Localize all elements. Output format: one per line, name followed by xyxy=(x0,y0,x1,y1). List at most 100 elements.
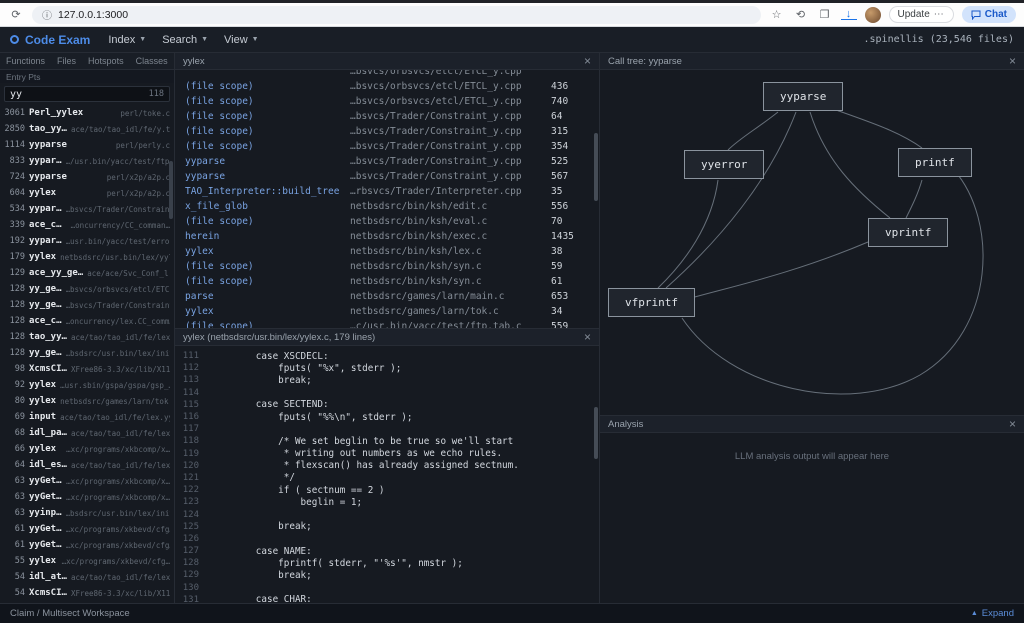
function-list-item[interactable]: 54 idl_at… ace/tao/tao_idl/fe/lex.yy.cpp xyxy=(0,569,174,585)
function-list-item[interactable]: 128 ace_c… …oncurrency/lex.CC_comm… xyxy=(0,313,174,329)
sidebar-tab[interactable]: Functions xyxy=(0,53,51,69)
reference-row[interactable]: (file scope) …bsvcs/Trader/Constraint_y.… xyxy=(175,124,599,139)
function-list-item[interactable]: 92 yylex …usr.sbin/gspa/gspa/gsp_… xyxy=(0,377,174,393)
menu-item[interactable]: View ▼ xyxy=(224,34,259,46)
function-list-item[interactable]: 128 yy_ge… …bsvcs/Trader/Constraint_l… xyxy=(0,297,174,313)
function-list-item[interactable]: 80 yylex netbsdsrc/games/larn/tok.c xyxy=(0,393,174,409)
reference-row[interactable]: (file scope) …bsvcs/orbsvcs/etcl/ETCL_y.… xyxy=(175,94,599,109)
address-bar[interactable]: ⓘ 127.0.0.1:3000 xyxy=(32,6,761,24)
call-count: 128 xyxy=(3,316,25,326)
reference-row[interactable]: yylex netbsdsrc/games/larn/tok.c 34 xyxy=(175,304,599,319)
function-list-item[interactable]: 63 yyGet… …xc/programs/xkbcomp/x… xyxy=(0,489,174,505)
reference-row[interactable]: x_file_glob netbsdsrc/bin/ksh/edit.c 556 xyxy=(175,199,599,214)
code-line-number: 119 xyxy=(175,449,211,459)
function-list-item[interactable]: 339 ace_c… …oncurrency/CC_comman… xyxy=(0,217,174,233)
reference-row[interactable]: (file scope) …bsvcs/orbsvcs/etcl/ETCL_y.… xyxy=(175,79,599,94)
function-list-item[interactable]: 66 yylex …xc/programs/xkbcomp/x… xyxy=(0,441,174,457)
code-line-number: 123 xyxy=(175,497,211,507)
reference-row[interactable]: (file scope) …c/usr.bin/yacc/test/ftp.ta… xyxy=(175,319,599,328)
code-line-number: 128 xyxy=(175,558,211,568)
function-list-item[interactable]: 61 yyGet… …xc/programs/xkbevd/cfg… xyxy=(0,521,174,537)
code-line-text: case CHAR: xyxy=(211,594,312,603)
reference-row[interactable]: (file scope) …bsvcs/Trader/Constraint_y.… xyxy=(175,139,599,154)
function-list-item[interactable]: 69 input ace/tao/tao_idl/fe/lex.yy.cpp xyxy=(0,409,174,425)
call-tree-node[interactable]: vfprintf xyxy=(608,288,695,317)
reference-row[interactable]: (file scope) netbsdsrc/bin/ksh/syn.c 59 xyxy=(175,259,599,274)
search-input[interactable] xyxy=(10,89,145,100)
code-line: 129 break; xyxy=(175,569,599,581)
close-icon[interactable]: × xyxy=(584,331,591,343)
sidebar: Functions Files Hotspots Classes Vocab E… xyxy=(0,53,175,603)
sidebar-tab[interactable]: Files xyxy=(51,53,82,69)
function-list-item[interactable]: 1114 yyparse perl/perly.c xyxy=(0,137,174,153)
reference-row[interactable]: (file scope) …bsvcs/Trader/Constraint_y.… xyxy=(175,109,599,124)
file-path: ace/tao/tao_idl/fe/lex.yy.cpp xyxy=(71,429,170,438)
function-list-item[interactable]: 128 yy_ge… …bsvcs/orbsvcs/etcl/ETCL_l… xyxy=(0,281,174,297)
reference-row[interactable]: parse netbsdsrc/games/larn/main.c 653 xyxy=(175,289,599,304)
app-brand[interactable]: Code Exam xyxy=(10,33,90,47)
function-list-item[interactable]: 98 XcmsCI… XFree86-3.3/xc/lib/X11/xyY.c xyxy=(0,361,174,377)
code-line: 115 case SECTEND: xyxy=(175,399,599,411)
sidebar-tab[interactable]: Hotspots xyxy=(82,53,130,69)
reference-row[interactable]: yyparse …bsvcs/Trader/Constraint_y.cpp 5… xyxy=(175,169,599,184)
download-icon[interactable]: ↓ xyxy=(841,9,857,20)
close-icon[interactable]: × xyxy=(1009,55,1016,67)
function-list-item[interactable]: 63 yyGet… …xc/programs/xkbcomp/x… xyxy=(0,473,174,489)
menu-item[interactable]: Search ▼ xyxy=(162,34,208,46)
references-scrollbar[interactable] xyxy=(594,133,598,201)
function-name: yylex xyxy=(29,252,56,262)
function-name: yyparse xyxy=(29,172,67,182)
function-list-item[interactable]: 68 idl_pa… ace/tao/tao_idl/fe/lex.yy.cpp xyxy=(0,425,174,441)
expand-button[interactable]: ▲ Expand xyxy=(971,608,1014,619)
function-list-item[interactable]: 724 yyparse perl/x2p/a2p.c xyxy=(0,169,174,185)
function-list-item[interactable]: 61 yyGet… …xc/programs/xkbevd/cfg… xyxy=(0,537,174,553)
function-list-item[interactable]: 55 yylex …xc/programs/xkbevd/cfg… xyxy=(0,553,174,569)
call-tree-node[interactable]: vprintf xyxy=(868,218,948,247)
function-list-item[interactable]: 129 ace_yy_ge… ace/ace/Svc_Conf_l.cpp xyxy=(0,265,174,281)
function-list-item[interactable]: 128 tao_yy… ace/tao/tao_idl/fe/lex.yy.cp… xyxy=(0,329,174,345)
site-info-icon[interactable]: ⓘ xyxy=(42,7,52,22)
reference-row[interactable]: yylex netbsdsrc/bin/ksh/lex.c 38 xyxy=(175,244,599,259)
code-scrollbar[interactable] xyxy=(594,407,598,459)
call-count: 61 xyxy=(3,524,25,534)
tab-label: Files xyxy=(57,56,76,66)
profile-avatar[interactable] xyxy=(865,7,881,23)
function-list-item[interactable]: 3061 Perl_yylex perl/toke.c xyxy=(0,105,174,121)
close-icon[interactable]: × xyxy=(1009,418,1016,430)
close-icon[interactable]: × xyxy=(584,55,591,67)
function-list-item[interactable]: 833 yypar… …/usr.bin/yacc/test/ftp.ta… xyxy=(0,153,174,169)
function-name: yyGet… xyxy=(29,524,62,534)
function-list-item[interactable]: 128 yy_ge… …bsdsrc/usr.bin/lex/initsca… xyxy=(0,345,174,361)
reference-row[interactable]: yyparse …bsvcs/Trader/Constraint_y.cpp 5… xyxy=(175,154,599,169)
update-button[interactable]: Update ⋯ xyxy=(889,6,954,23)
function-list-item[interactable]: 604 yylex perl/x2p/a2p.c xyxy=(0,185,174,201)
reference-row[interactable]: …bsvcs/orbsvcs/etcl/ETCL_y.cpp xyxy=(175,70,599,79)
call-tree-node[interactable]: printf xyxy=(898,148,972,177)
side-panel-icon[interactable]: ❐ xyxy=(817,8,833,21)
function-list-item[interactable]: 54 XcmsCI… XFree86-3.3/xc/lib/X11/xyY.c xyxy=(0,585,174,601)
reference-row[interactable]: herein netbsdsrc/bin/ksh/exec.c 1435 xyxy=(175,229,599,244)
call-count: 179 xyxy=(3,252,25,262)
reference-row[interactable]: TAO_Interpreter::build_tree …rbsvcs/Trad… xyxy=(175,184,599,199)
function-list-item[interactable]: 179 yylex netbsdsrc/usr.bin/lex/yylex.c xyxy=(0,249,174,265)
sidebar-scrollbar[interactable] xyxy=(169,161,173,219)
chat-button[interactable]: Chat xyxy=(962,6,1016,23)
function-list-item[interactable]: 534 yypar… …bsvcs/Trader/Constraint_… xyxy=(0,201,174,217)
function-list-item[interactable]: 63 yyinp… …bsdsrc/usr.bin/lex/initsca… xyxy=(0,505,174,521)
reload-icon[interactable]: ⟳ xyxy=(8,8,24,21)
function-list-item[interactable]: 64 idl_es… ace/tao/tao_idl/fe/lex.yy.cpp xyxy=(0,457,174,473)
reference-row[interactable]: (file scope) netbsdsrc/bin/ksh/eval.c 70 xyxy=(175,214,599,229)
reference-row[interactable]: (file scope) netbsdsrc/bin/ksh/syn.c 61 xyxy=(175,274,599,289)
sidebar-tab[interactable]: Classes xyxy=(130,53,174,69)
bookmark-star-icon[interactable]: ☆ xyxy=(769,8,785,21)
sync-icon[interactable]: ⟲ xyxy=(793,8,809,21)
function-list-item[interactable]: 192 yypar… …usr.bin/yacc/test/error.ta… xyxy=(0,233,174,249)
function-list-item[interactable]: 40 CIExyY… XFree86-3.3/xc/lib/X11/xyY.c xyxy=(0,601,174,603)
menu-item[interactable]: Index ▼ xyxy=(108,34,146,46)
call-tree-node[interactable]: yyerror xyxy=(684,150,764,179)
call-tree-node[interactable]: yyparse xyxy=(763,82,843,111)
function-search[interactable]: 118 xyxy=(4,86,170,102)
tab-label: Hotspots xyxy=(88,56,124,66)
function-list-item[interactable]: 2850 tao_yy… ace/tao/tao_idl/fe/y.tab.cp… xyxy=(0,121,174,137)
file-path: XFree86-3.3/xc/lib/X11/xyY.c xyxy=(71,589,170,598)
